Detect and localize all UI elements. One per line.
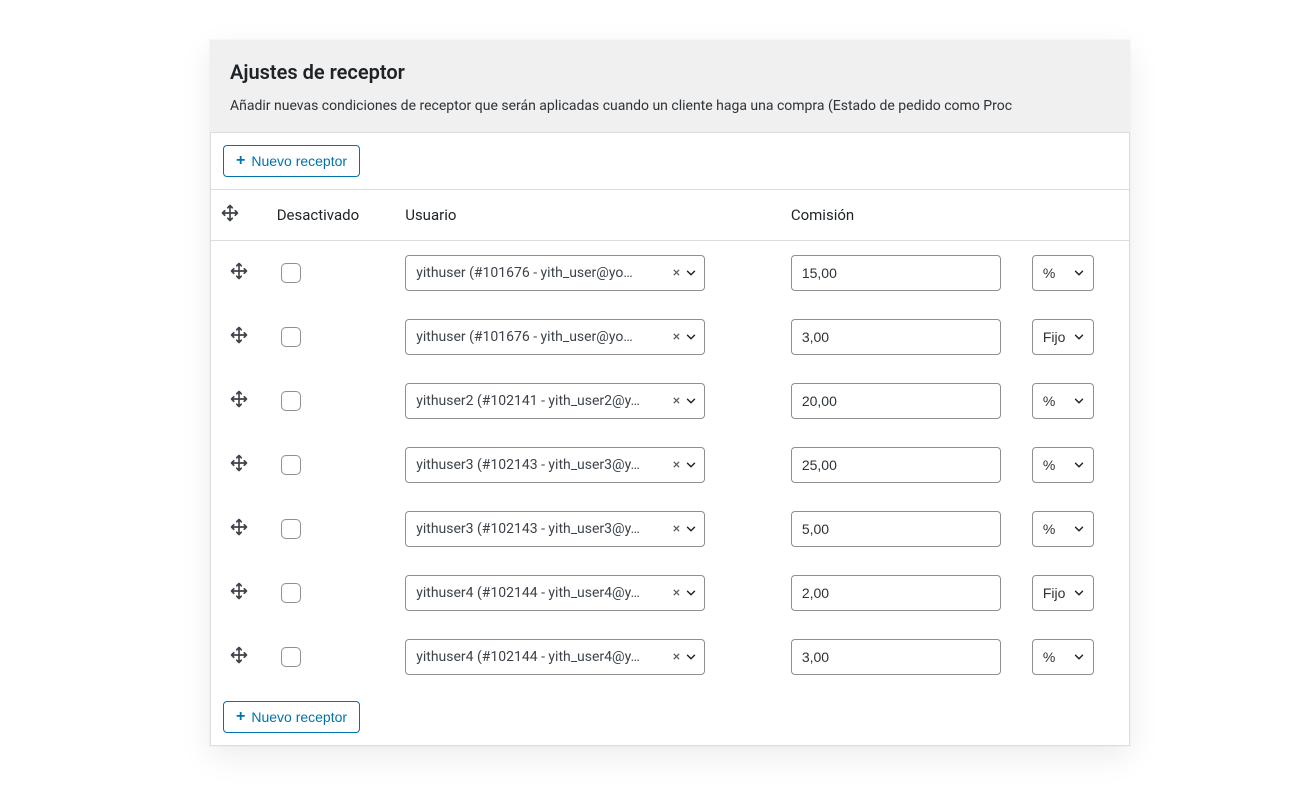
user-select[interactable]: yithuser4 (#102144 - yith_user4@y… × — [405, 639, 705, 675]
page-description: Añadir nuevas condiciones de receptor qu… — [230, 98, 1110, 114]
commission-input[interactable] — [791, 511, 1001, 547]
commission-type-select[interactable]: % Fijo — [1032, 511, 1094, 547]
commission-type-select[interactable]: % Fijo — [1032, 575, 1094, 611]
user-select[interactable]: yithuser (#101676 - yith_user@yo… × — [405, 255, 705, 291]
column-drag — [211, 190, 267, 241]
table-body: yithuser (#101676 - yith_user@yo… × % Fi… — [211, 241, 1129, 690]
new-receiver-label: Nuevo receptor — [251, 709, 347, 725]
table-row: yithuser (#101676 - yith_user@yo… × % Fi… — [211, 305, 1129, 369]
new-receiver-label: Nuevo receptor — [251, 153, 347, 169]
chevron-down-icon — [684, 522, 698, 536]
user-select[interactable]: yithuser3 (#102143 - yith_user3@y… × — [405, 447, 705, 483]
table-row: yithuser2 (#102141 - yith_user2@y… × % F… — [211, 369, 1129, 433]
commission-type-select[interactable]: % Fijo — [1032, 319, 1094, 355]
move-icon — [221, 204, 239, 222]
table-row: yithuser3 (#102143 - yith_user3@y… × % F… — [211, 433, 1129, 497]
user-select-value: yithuser3 (#102143 - yith_user3@y… — [416, 521, 669, 537]
commission-type-select[interactable]: % Fijo — [1032, 639, 1094, 675]
user-select[interactable]: yithuser3 (#102143 - yith_user3@y… × — [405, 511, 705, 547]
commission-input[interactable] — [791, 255, 1001, 291]
disabled-checkbox[interactable] — [281, 391, 301, 411]
table-row: yithuser3 (#102143 - yith_user3@y… × % F… — [211, 497, 1129, 561]
commission-type-select[interactable]: % Fijo — [1032, 447, 1094, 483]
clear-icon[interactable]: × — [669, 393, 684, 409]
chevron-down-icon — [684, 394, 698, 408]
plus-icon: + — [236, 709, 245, 725]
disabled-checkbox[interactable] — [281, 455, 301, 475]
column-commission: Comisión — [781, 190, 1129, 241]
user-select-value: yithuser3 (#102143 - yith_user3@y… — [416, 457, 669, 473]
disabled-checkbox[interactable] — [281, 519, 301, 539]
table-row: yithuser (#101676 - yith_user@yo… × % Fi… — [211, 241, 1129, 306]
page-title: Ajustes de receptor — [230, 60, 1110, 84]
user-select-value: yithuser4 (#102144 - yith_user4@y… — [416, 649, 669, 665]
new-receiver-button-bottom[interactable]: + Nuevo receptor — [223, 701, 360, 733]
page-root: Ajustes de receptor Añadir nuevas condic… — [0, 0, 1300, 801]
user-select-value: yithuser4 (#102144 - yith_user4@y… — [416, 585, 669, 601]
disabled-checkbox[interactable] — [281, 263, 301, 283]
chevron-down-icon — [684, 650, 698, 664]
chevron-down-icon — [684, 266, 698, 280]
column-user: Usuario — [395, 190, 781, 241]
commission-input[interactable] — [791, 447, 1001, 483]
clear-icon[interactable]: × — [669, 329, 684, 345]
commission-input[interactable] — [791, 639, 1001, 675]
receivers-table: Desactivado Usuario Comisión yithuser (#… — [211, 189, 1129, 689]
drag-handle[interactable] — [230, 646, 248, 664]
drag-handle[interactable] — [230, 326, 248, 344]
disabled-checkbox[interactable] — [281, 647, 301, 667]
panel-body: + Nuevo receptor Desactivado — [210, 132, 1130, 746]
clear-icon[interactable]: × — [669, 649, 684, 665]
clear-icon[interactable]: × — [669, 457, 684, 473]
table-header: Desactivado Usuario Comisión — [211, 190, 1129, 241]
drag-handle[interactable] — [230, 390, 248, 408]
bottom-button-bar: + Nuevo receptor — [211, 689, 1129, 745]
drag-handle[interactable] — [230, 518, 248, 536]
chevron-down-icon — [684, 586, 698, 600]
drag-handle[interactable] — [230, 454, 248, 472]
new-receiver-button-top[interactable]: + Nuevo receptor — [223, 145, 360, 177]
table-row: yithuser4 (#102144 - yith_user4@y… × % F… — [211, 625, 1129, 689]
commission-type-select[interactable]: % Fijo — [1032, 255, 1094, 291]
clear-icon[interactable]: × — [669, 521, 684, 537]
commission-type-select[interactable]: % Fijo — [1032, 383, 1094, 419]
table-row: yithuser4 (#102144 - yith_user4@y… × % F… — [211, 561, 1129, 625]
user-select-value: yithuser2 (#102141 - yith_user2@y… — [416, 393, 669, 409]
user-select[interactable]: yithuser2 (#102141 - yith_user2@y… × — [405, 383, 705, 419]
user-select-value: yithuser (#101676 - yith_user@yo… — [416, 329, 669, 345]
commission-input[interactable] — [791, 383, 1001, 419]
disabled-checkbox[interactable] — [281, 327, 301, 347]
chevron-down-icon — [684, 330, 698, 344]
plus-icon: + — [236, 153, 245, 169]
user-select[interactable]: yithuser (#101676 - yith_user@yo… × — [405, 319, 705, 355]
disabled-checkbox[interactable] — [281, 583, 301, 603]
column-disabled: Desactivado — [267, 190, 396, 241]
panel-header: Ajustes de receptor Añadir nuevas condic… — [210, 40, 1130, 132]
clear-icon[interactable]: × — [669, 265, 684, 281]
drag-handle[interactable] — [230, 582, 248, 600]
drag-handle[interactable] — [230, 262, 248, 280]
receiver-settings-panel: Ajustes de receptor Añadir nuevas condic… — [210, 40, 1130, 746]
commission-input[interactable] — [791, 319, 1001, 355]
commission-input[interactable] — [791, 575, 1001, 611]
user-select[interactable]: yithuser4 (#102144 - yith_user4@y… × — [405, 575, 705, 611]
clear-icon[interactable]: × — [669, 585, 684, 601]
user-select-value: yithuser (#101676 - yith_user@yo… — [416, 265, 669, 281]
chevron-down-icon — [684, 458, 698, 472]
top-button-bar: + Nuevo receptor — [211, 133, 1129, 189]
